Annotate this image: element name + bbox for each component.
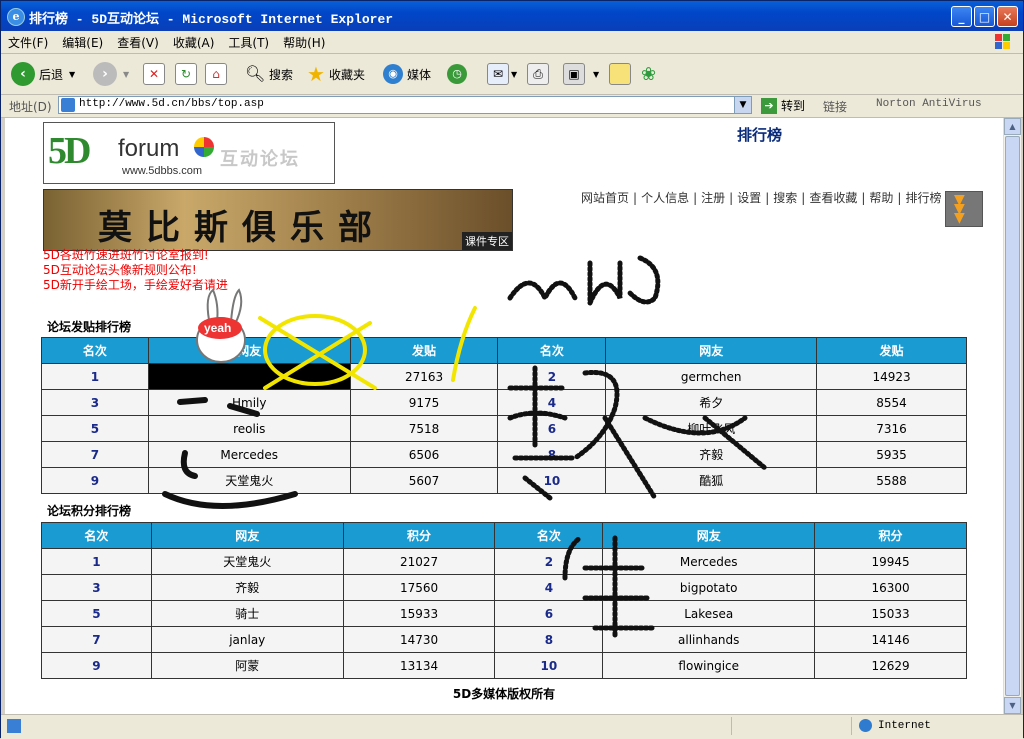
scroll-down-icon[interactable]: ▼	[1004, 697, 1021, 714]
search-button[interactable]: 🔍︎ 搜索	[245, 61, 293, 87]
menu-help[interactable]: 帮助(H)	[276, 31, 332, 51]
go-button[interactable]: ➔ 转到	[761, 97, 805, 114]
links-button[interactable]: 链接	[823, 98, 847, 115]
address-dropdown-icon[interactable]: ▼	[734, 97, 751, 113]
forward-button[interactable]: › ▼	[93, 61, 129, 87]
minimize-button[interactable]: _	[951, 6, 972, 27]
messenger-icon: ❀	[641, 63, 657, 85]
close-button[interactable]: ✕	[997, 6, 1018, 27]
history-icon: ◷	[447, 64, 467, 84]
print-icon: ⎙	[527, 63, 549, 85]
maximize-button[interactable]: □	[974, 6, 995, 27]
menu-favorites[interactable]: 收藏(A)	[166, 31, 222, 51]
media-button[interactable]: ◉ 媒体	[383, 61, 431, 87]
status-bar: Internet	[1, 714, 1023, 739]
ie-window: e 排行榜 - 5D互动论坛 - Microsoft Internet Expl…	[0, 0, 1024, 739]
menu-edit[interactable]: 编辑(E)	[55, 31, 110, 51]
scribble-overlay: yeah	[162, 255, 768, 641]
edit-icon: ▣	[563, 63, 585, 85]
scroll-up-icon[interactable]: ▲	[1004, 118, 1021, 135]
refresh-button[interactable]: ↻	[175, 61, 197, 87]
history-button[interactable]: ◷	[447, 61, 471, 87]
forward-dropdown-icon[interactable]: ▼	[123, 70, 129, 79]
media-icon: ◉	[383, 64, 403, 84]
media-label: 媒体	[407, 67, 432, 82]
stop-icon: ✕	[143, 63, 165, 85]
menu-file[interactable]: 文件(F)	[1, 31, 55, 51]
note-icon	[609, 63, 631, 85]
edit-dropdown-icon[interactable]: ▼	[593, 70, 599, 79]
mail-dropdown-icon[interactable]: ▼	[511, 70, 517, 79]
menu-bar: 文件(F) 编辑(E) 查看(V) 收藏(A) 工具(T) 帮助(H)	[1, 31, 1023, 54]
yeah-sticker-text: yeah	[204, 321, 231, 335]
zone-label: Internet	[878, 719, 931, 732]
face-mark-scribble	[180, 450, 198, 479]
status-separator	[851, 717, 852, 735]
yeah-sticker: yeah	[196, 288, 246, 363]
refresh-icon: ↻	[175, 63, 197, 85]
forward-arrow-icon: ›	[93, 62, 117, 86]
favorites-button[interactable]: ★ 收藏夹	[307, 61, 365, 87]
go-arrow-icon: ➔	[761, 97, 777, 114]
window-title: 排行榜 - 5D互动论坛 - Microsoft Internet Explor…	[29, 12, 394, 27]
address-label: 地址(D)	[9, 100, 52, 114]
back-label: 后退	[39, 67, 64, 82]
smile-scribble	[162, 491, 298, 509]
security-zone: Internet	[859, 719, 931, 732]
page-status-icon	[7, 719, 21, 733]
yellow-x-scribble	[258, 316, 377, 390]
home-button[interactable]: ⌂	[205, 61, 227, 87]
search-icon: 🔍︎	[245, 64, 266, 83]
eyes-scribble	[177, 397, 260, 417]
stop-button[interactable]: ✕	[143, 61, 165, 87]
menu-tools[interactable]: 工具(T)	[221, 31, 276, 51]
status-separator	[731, 717, 732, 735]
favorites-label: 收藏夹	[328, 67, 365, 82]
go-label: 转到	[781, 99, 806, 113]
back-button[interactable]: ‹ 后退 ▼	[11, 61, 75, 87]
black-lower-scribble	[562, 535, 658, 641]
mail-icon: ✉	[487, 63, 509, 85]
menu-view[interactable]: 查看(V)	[110, 31, 166, 51]
messenger-button[interactable]: ❀	[641, 61, 656, 87]
star-icon: ★	[307, 62, 325, 86]
black-text-scribble	[507, 255, 661, 305]
norton-antivirus-button[interactable]: Norton AntiVirus	[876, 98, 982, 110]
print-button[interactable]: ⎙	[527, 61, 549, 87]
page-icon	[61, 98, 75, 112]
address-input[interactable]: http://www.5d.cn/bbs/top.asp ▼	[58, 96, 752, 114]
address-url[interactable]: http://www.5d.cn/bbs/top.asp	[79, 98, 264, 110]
search-label: 搜索	[269, 67, 294, 82]
discuss-button[interactable]	[609, 61, 631, 87]
mail-button[interactable]: ✉ ▼	[487, 61, 517, 87]
back-arrow-icon: ‹	[11, 62, 35, 86]
globe-icon	[859, 719, 872, 732]
page-content: 5D forum www.5dbbs.com 互动论坛 排行榜 莫比斯俱乐部 课…	[5, 118, 1003, 714]
black-character-scribble	[507, 365, 768, 501]
ie-logo-icon: e	[7, 8, 25, 26]
title-bar: e 排行榜 - 5D互动论坛 - Microsoft Internet Expl…	[1, 1, 1023, 31]
vertical-scrollbar[interactable]: ▲ ▼	[1003, 118, 1021, 714]
back-dropdown-icon[interactable]: ▼	[69, 70, 75, 79]
windows-flag-icon	[987, 32, 1017, 52]
scroll-thumb[interactable]	[1005, 136, 1020, 696]
home-icon: ⌂	[205, 63, 227, 85]
toolbar: ‹ 后退 ▼ › ▼ ✕ ↻ ⌂ 🔍︎ 搜索 ★ 收藏夹 ◉ 媒体 ◷ ✉ ▼ ⎙…	[1, 54, 1023, 95]
edit-button[interactable]: ▣ ▼	[563, 61, 599, 87]
yellow-stroke-scribble	[451, 306, 477, 382]
address-bar: 地址(D) http://www.5d.cn/bbs/top.asp ▼ ➔ 转…	[1, 95, 1023, 118]
